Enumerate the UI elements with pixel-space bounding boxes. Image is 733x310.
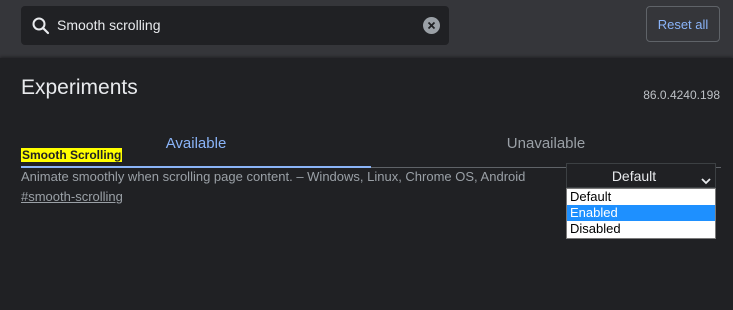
page-title: Experiments [21, 76, 138, 99]
option-enabled[interactable]: Enabled [567, 205, 715, 221]
close-icon[interactable] [423, 17, 440, 34]
search-input[interactable] [57, 6, 397, 45]
flag-name: Smooth Scrolling [21, 148, 123, 162]
search-box[interactable] [21, 6, 449, 45]
search-icon [31, 16, 51, 36]
option-disabled[interactable]: Disabled [567, 221, 715, 237]
reset-all-button[interactable]: Reset all [646, 6, 720, 42]
flag-select[interactable]: Default [566, 163, 716, 188]
flag-select-value: Default [611, 168, 657, 184]
flag-permalink[interactable]: #smooth-scrolling [21, 189, 123, 204]
flag-description: Animate smoothly when scrolling page con… [21, 169, 526, 184]
toolbar: Reset all [0, 0, 733, 50]
flag-select-options: Default Enabled Disabled [566, 188, 716, 239]
option-default[interactable]: Default [567, 189, 715, 205]
tab-unavailable[interactable]: Unavailable [371, 124, 721, 168]
version-label: 86.0.4240.198 [643, 88, 720, 102]
tab-bar: Available Unavailable [21, 124, 721, 168]
chevron-down-icon [701, 172, 711, 188]
